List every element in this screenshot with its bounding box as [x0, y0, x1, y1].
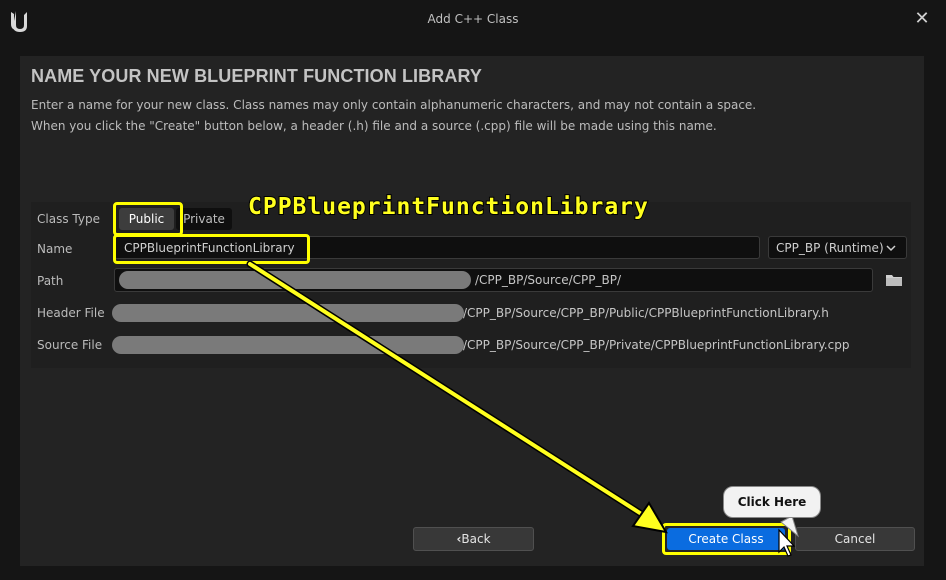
header-file-label: Header File	[37, 306, 105, 320]
chevron-down-icon	[886, 245, 896, 252]
back-button-label: Back	[461, 532, 491, 546]
window-title: Add C++ Class	[427, 12, 519, 26]
close-icon[interactable]: ✕	[912, 8, 932, 30]
description-line-1: Enter a name for your new class. Class n…	[31, 98, 757, 112]
redacted-source-prefix	[112, 336, 464, 354]
title-bar: Add C++ Class ✕	[0, 0, 946, 40]
header-file-path: /CPP_BP/Source/CPP_BP/Public/CPPBlueprin…	[463, 306, 829, 320]
create-highlight-box	[662, 523, 791, 555]
module-select[interactable]: CPP_BP (Runtime)	[768, 236, 907, 259]
page-title: NAME YOUR NEW BLUEPRINT FUNCTION LIBRARY	[31, 66, 482, 86]
name-label: Name	[37, 242, 73, 256]
source-file-path: /CPP_BP/Source/CPP_BP/Private/CPPBluepri…	[463, 338, 850, 352]
folder-icon[interactable]	[885, 273, 903, 287]
click-here-callout: Click Here	[723, 486, 821, 518]
class-type-private-toggle[interactable]: Private	[176, 208, 232, 230]
name-highlight-box	[113, 234, 310, 264]
module-select-value: CPP_BP (Runtime)	[776, 241, 884, 255]
source-file-label: Source File	[37, 338, 103, 352]
description-line-2: When you click the "Create" button below…	[31, 119, 717, 133]
back-button[interactable]: ‹Back	[413, 527, 534, 551]
path-suffix: /CPP_BP/Source/CPP_BP/	[475, 273, 622, 287]
public-highlight-box	[113, 202, 183, 236]
redacted-header-prefix	[112, 304, 464, 322]
cancel-button[interactable]: Cancel	[795, 527, 915, 551]
class-type-label: Class Type	[37, 212, 100, 226]
redacted-path-prefix	[119, 271, 471, 289]
path-label: Path	[37, 274, 64, 288]
annotation-class-name: CPPBlueprintFunctionLibrary	[247, 193, 649, 221]
